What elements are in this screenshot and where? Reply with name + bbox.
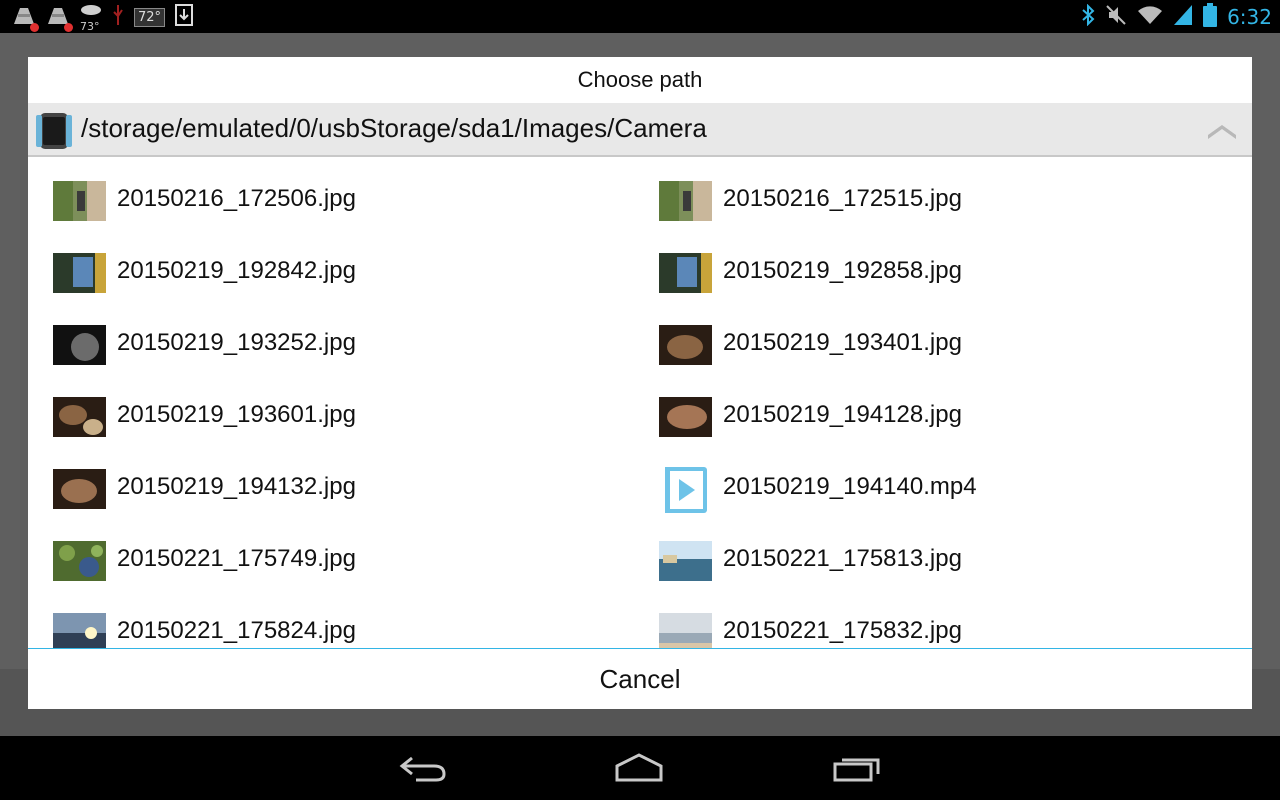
path-bar: /storage/emulated/0/usbStorage/sda1/Imag… [28, 103, 1252, 157]
file-name: 20150216_172506.jpg [117, 185, 356, 212]
file-item[interactable]: 20150219_194140.mp4 [659, 461, 1252, 521]
file-item[interactable]: 20150216_172515.jpg [659, 173, 1252, 233]
image-thumbnail [53, 469, 106, 509]
navigate-up-button[interactable] [1206, 119, 1238, 141]
clock: 6:32 [1227, 5, 1272, 29]
file-name: 20150219_193252.jpg [117, 329, 356, 356]
file-name: 20150219_193601.jpg [117, 401, 356, 428]
image-thumbnail [53, 325, 106, 365]
cancel-button[interactable]: Cancel [28, 649, 1252, 709]
file-name: 20150219_194132.jpg [117, 473, 356, 500]
battery-icon [1203, 3, 1218, 31]
temperature-badge: 72° [134, 7, 166, 27]
mute-icon [1105, 4, 1127, 30]
file-name: 20150221_175824.jpg [117, 617, 356, 644]
video-icon [659, 465, 712, 515]
image-thumbnail [53, 181, 106, 221]
file-name: 20150219_194128.jpg [723, 401, 962, 428]
navigation-bar [0, 736, 1280, 800]
file-item[interactable]: 20150221_175824.jpg [53, 605, 653, 648]
file-name: 20150219_192842.jpg [117, 257, 356, 284]
image-thumbnail [659, 325, 712, 365]
download-icon[interactable] [175, 4, 194, 30]
weather-icon[interactable]: 73° [80, 1, 102, 33]
file-name: 20150221_175832.jpg [723, 617, 962, 644]
status-bar: 73° 72° 6:32 [0, 0, 1280, 33]
file-item[interactable]: 20150219_194128.jpg [659, 389, 1252, 449]
file-item[interactable]: 20150219_192858.jpg [659, 245, 1252, 305]
file-item[interactable]: 20150221_175832.jpg [659, 605, 1252, 648]
notification-alert-icon[interactable] [12, 4, 39, 32]
file-item[interactable]: 20150219_192842.jpg [53, 245, 653, 305]
bluetooth-icon [1081, 3, 1095, 30]
file-item[interactable]: 20150216_172506.jpg [53, 173, 653, 233]
current-path: /storage/emulated/0/usbStorage/sda1/Imag… [81, 113, 707, 143]
recent-apps-icon[interactable] [832, 752, 882, 784]
file-item[interactable]: 20150219_194132.jpg [53, 461, 653, 521]
signal-icon [1173, 4, 1193, 30]
choose-path-dialog: Choose path /storage/emulated/0/usbStora… [28, 57, 1252, 709]
file-list: 20150216_172506.jpg 20150216_172515.jpg … [28, 159, 1252, 648]
image-thumbnail [659, 397, 712, 437]
image-thumbnail [53, 253, 106, 293]
file-name: 20150221_175813.jpg [723, 545, 962, 572]
file-item[interactable]: 20150219_193401.jpg [659, 317, 1252, 377]
chevron-up-icon [1208, 125, 1236, 139]
file-item[interactable]: 20150219_193601.jpg [53, 389, 653, 449]
file-name: 20150219_194140.mp4 [723, 473, 977, 500]
notification-alert-icon[interactable] [46, 4, 73, 32]
image-thumbnail [659, 613, 712, 648]
image-thumbnail [53, 541, 106, 581]
image-thumbnail [53, 613, 106, 648]
usb-icon [112, 4, 124, 30]
back-icon[interactable] [398, 752, 448, 784]
file-name: 20150221_175749.jpg [117, 545, 356, 572]
image-thumbnail [659, 181, 712, 221]
file-name: 20150219_193401.jpg [723, 329, 962, 356]
image-thumbnail [53, 397, 106, 437]
file-name: 20150216_172515.jpg [723, 185, 962, 212]
storage-device-icon [34, 111, 74, 151]
image-thumbnail [659, 253, 712, 293]
home-icon[interactable] [614, 752, 664, 784]
wifi-icon [1137, 5, 1163, 29]
image-thumbnail [659, 541, 712, 581]
dialog-title: Choose path [577, 67, 703, 92]
file-name: 20150219_192858.jpg [723, 257, 962, 284]
file-item[interactable]: 20150221_175813.jpg [659, 533, 1252, 593]
file-item[interactable]: 20150221_175749.jpg [53, 533, 653, 593]
weather-temp: 73° [80, 20, 100, 33]
file-item[interactable]: 20150219_193252.jpg [53, 317, 653, 377]
